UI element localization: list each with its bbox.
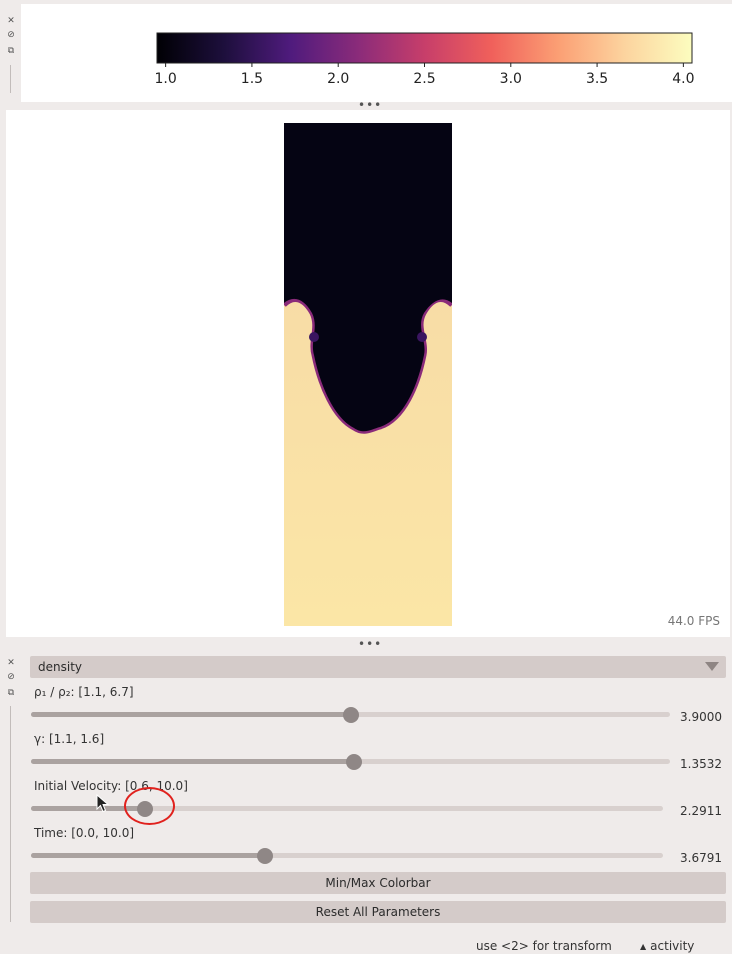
colorbar-tick-label: 2.5 [413, 71, 435, 87]
slider-time[interactable] [31, 846, 663, 866]
slider-thumb[interactable] [256, 848, 273, 864]
colorbar-tick-label: 4.0 [672, 71, 694, 87]
colorbar-tick-label: 3.5 [586, 71, 608, 87]
density-image[interactable] [284, 123, 452, 626]
param-value-gamma: 1.3532 [680, 757, 722, 771]
colorbar-tick-label: 2.0 [327, 71, 349, 87]
activity-label: activity [650, 939, 695, 953]
layer-dropdown[interactable]: density [30, 656, 726, 678]
param-label-gamma: γ: [1.1, 1.6] [34, 732, 105, 746]
colorbar-tick-label: 3.0 [500, 71, 522, 87]
canvas-panel[interactable]: 44.0 FPS [6, 110, 730, 637]
dropdown-arrow-icon[interactable] [705, 662, 719, 671]
dock-divider [10, 65, 11, 93]
slider-thumb[interactable] [346, 754, 363, 770]
slider-fill [31, 853, 265, 858]
reset-parameters-button[interactable]: Reset All Parameters [30, 901, 726, 923]
colorbar-tick-label: 1.5 [241, 71, 263, 87]
param-label-time: Time: [0.0, 10.0] [34, 826, 135, 840]
resize-handle-bottom[interactable]: ••• [358, 638, 381, 650]
param-value-initial-velocity: 2.2911 [680, 804, 722, 818]
layer-dropdown-value: density [38, 660, 82, 674]
colorbar-gradient [156, 32, 693, 64]
highlight-circle [124, 787, 175, 825]
status-hint: use <2> for transform [476, 939, 612, 953]
detach-icon[interactable]: ⧉ [5, 45, 17, 57]
close-icon[interactable]: ✕ [5, 15, 17, 27]
slider-gamma[interactable] [31, 752, 670, 772]
minmax-colorbar-button[interactable]: Min/Max Colorbar [30, 872, 726, 894]
slider-thumb[interactable] [342, 707, 359, 723]
colorbar-tick-label: 1.0 [154, 71, 176, 87]
slider-fill [31, 712, 351, 717]
mouse-cursor-icon [96, 794, 110, 813]
colorbar: 1.0 1.5 2.0 2.5 3.0 3.5 4.0 [154, 32, 695, 87]
slider-fill [31, 759, 355, 764]
caret-up-icon: ▲ [640, 942, 647, 951]
activity-toggle[interactable]: ▲ activity [640, 939, 694, 953]
resize-handle-top[interactable]: ••• [358, 99, 381, 111]
colorbar-panel: 1.0 1.5 2.0 2.5 3.0 3.5 4.0 [21, 4, 732, 102]
fps-counter: 44.0 FPS [667, 614, 720, 628]
top-dock-controls: ✕ ⊘ ⧉ [0, 10, 20, 100]
status-bar: use <2> for transform ▲ activity [0, 936, 732, 954]
param-label-density-ratio: ρ₁ / ρ₂: [1.1, 6.7] [34, 685, 134, 699]
slider-density-ratio[interactable] [31, 705, 670, 725]
param-value-density-ratio: 3.9000 [680, 710, 722, 724]
float-icon[interactable]: ⊘ [5, 29, 17, 41]
param-value-time: 3.6791 [680, 851, 722, 865]
